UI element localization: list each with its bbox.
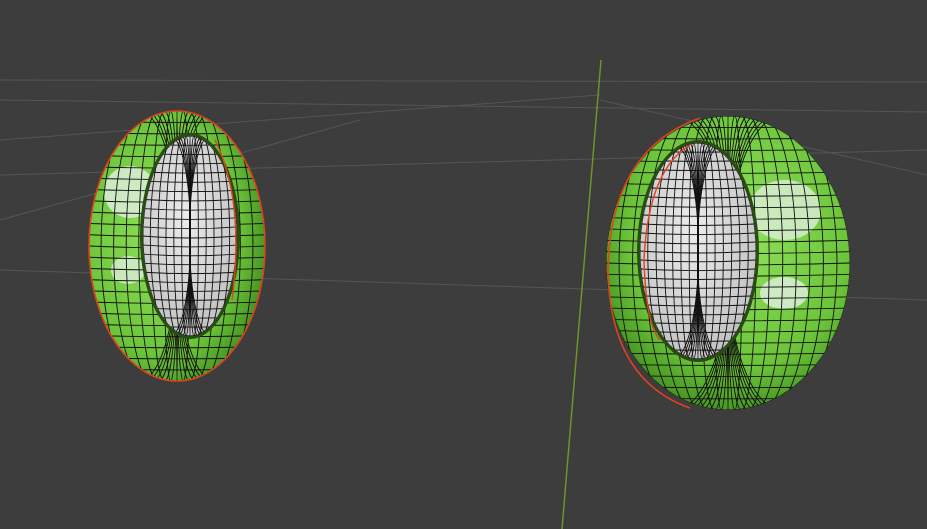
right-eye-mesh[interactable] <box>606 116 850 410</box>
3d-viewport[interactable] <box>0 0 927 529</box>
right-eye-pupil[interactable] <box>640 143 756 359</box>
right-eye-highlight <box>749 180 821 240</box>
right-eye-highlight-2 <box>760 277 808 309</box>
viewport-canvas[interactable] <box>0 0 927 529</box>
y-axis-line <box>561 59 602 529</box>
left-eye-mesh[interactable] <box>88 110 266 382</box>
